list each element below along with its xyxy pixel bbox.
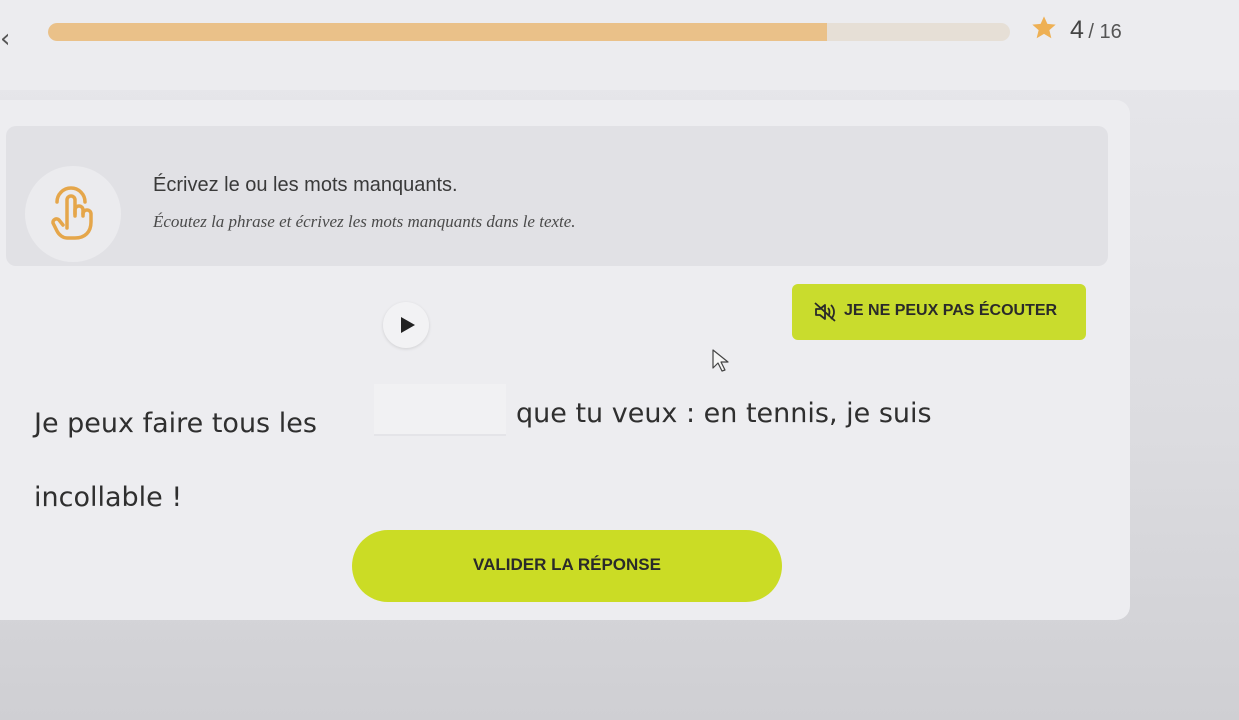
hand-pointer-icon	[51, 186, 93, 240]
chevron-left-icon: ‹	[0, 24, 11, 54]
missing-word-input[interactable]	[374, 384, 506, 436]
progress-header: ‹ 4 / 16	[0, 0, 1239, 90]
progress-bar-fill	[48, 23, 828, 41]
cant-listen-button[interactable]: JE NE PEUX PAS ÉCOUTER	[792, 284, 1086, 340]
cant-listen-label: JE NE PEUX PAS ÉCOUTER	[844, 302, 1058, 319]
instruction-icon-badge	[25, 166, 121, 262]
sentence-part-before: Je peux faire tous les	[34, 408, 317, 439]
validate-answer-label: VALIDER LA RÉPONSE	[473, 555, 661, 574]
validate-answer-button[interactable]: VALIDER LA RÉPONSE	[352, 530, 782, 602]
instruction-subtitle: Écoutez la phrase et écrivez les mots ma…	[153, 212, 576, 231]
back-button[interactable]: ‹	[0, 24, 30, 54]
instruction-title: Écrivez le ou les mots manquants.	[153, 174, 458, 196]
question-counter: 4 / 16	[1070, 16, 1122, 45]
play-icon	[401, 317, 415, 333]
mouse-cursor-icon	[712, 349, 729, 372]
progress-bar	[48, 23, 1010, 41]
speaker-muted-icon	[814, 302, 836, 322]
star-icon	[1032, 16, 1056, 39]
exercise-page: ‹ 4 / 16 Écrivez le ou les mots manquant…	[0, 0, 1239, 720]
play-audio-button[interactable]	[383, 302, 429, 348]
current-question: 4	[1070, 16, 1084, 44]
sentence-part-end: incollable !	[34, 482, 183, 513]
sentence-part-after: que tu veux : en tennis, je suis	[516, 398, 932, 429]
total-questions: / 16	[1088, 21, 1122, 43]
